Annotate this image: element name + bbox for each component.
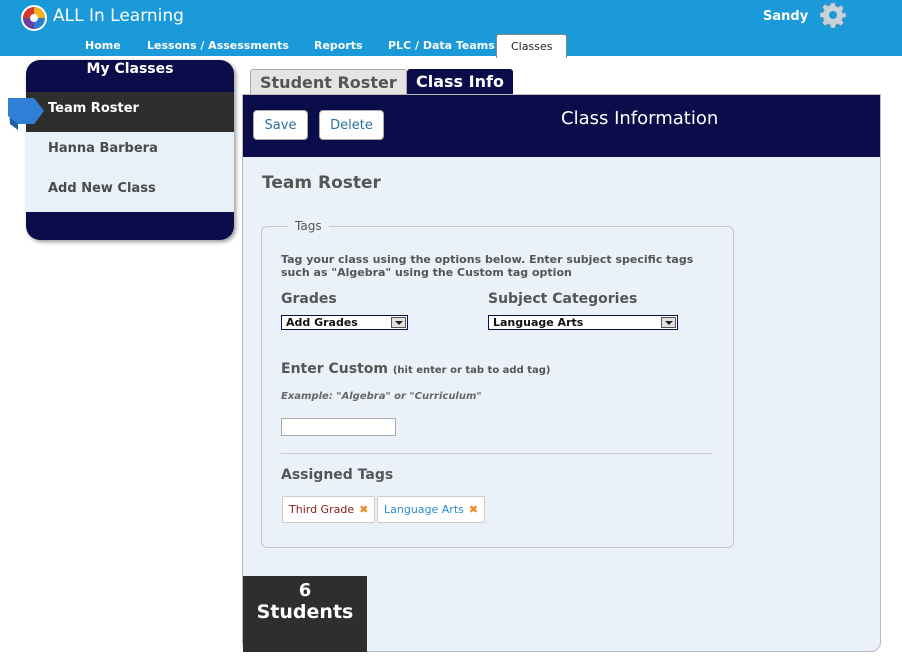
nav-classes[interactable]: Classes xyxy=(496,34,568,58)
enter-custom-hint: (hit enter or tab to add tag) xyxy=(392,365,551,376)
assigned-tag-language-arts: Language Arts ✖ xyxy=(377,496,486,523)
delete-button[interactable]: Delete xyxy=(319,110,384,140)
save-button[interactable]: Save xyxy=(253,110,308,140)
nav-plc-data-teams[interactable]: PLC / Data Teams xyxy=(388,39,495,52)
assigned-tags-label: Assigned Tags xyxy=(281,467,394,483)
chevron-down-icon[interactable] xyxy=(391,317,406,328)
nav-home[interactable]: Home xyxy=(85,39,121,52)
class-list: Team Roster Hanna Barbera Add New Class xyxy=(26,92,234,212)
app-logo-icon[interactable] xyxy=(20,4,48,32)
subject-select-value: Language Arts xyxy=(493,316,584,329)
remove-tag-icon[interactable]: ✖ xyxy=(359,503,368,516)
tag-label: Language Arts xyxy=(384,503,464,516)
tab-student-roster[interactable]: Student Roster xyxy=(250,69,407,95)
student-count: 6 xyxy=(298,580,312,601)
chevron-down-icon[interactable] xyxy=(661,317,676,328)
custom-example: Example: "Algebra" or "Curriculum" xyxy=(281,391,482,402)
panel-heading: Class Information xyxy=(561,108,719,129)
student-count-badge: 6 Students xyxy=(243,576,367,652)
panel-header: Save Delete Class Information xyxy=(243,95,880,157)
main-nav: Home Lessons / Assessments Reports PLC /… xyxy=(0,34,902,58)
divider xyxy=(281,453,713,454)
tags-fieldset: Tags Tag your class using the options be… xyxy=(261,219,734,548)
assigned-tag-third-grade: Third Grade ✖ xyxy=(282,496,376,523)
grades-select[interactable]: Add Grades xyxy=(281,315,408,330)
subject-categories-label: Subject Categories xyxy=(488,291,638,307)
class-info-panel: Save Delete Class Information Team Roste… xyxy=(242,94,881,652)
tab-class-info[interactable]: Class Info xyxy=(407,69,513,95)
my-classes-sidebar: My Classes Team Roster Hanna Barbera Add… xyxy=(26,60,234,240)
nav-reports[interactable]: Reports xyxy=(314,39,363,52)
grades-label: Grades xyxy=(281,291,337,307)
top-bar: ALL In Learning Sandy Home Lessons / Ass… xyxy=(0,0,902,58)
student-count-label: Students xyxy=(256,601,354,623)
enter-custom-label: Enter Custom (hit enter or tab to add ta… xyxy=(281,361,551,377)
arrow-pointer-icon xyxy=(8,98,44,130)
sidebar-item-team-roster[interactable]: Team Roster xyxy=(26,92,234,132)
tags-description: Tag your class using the options below. … xyxy=(281,253,694,279)
subject-categories-select[interactable]: Language Arts xyxy=(488,315,678,330)
enter-custom-text: Enter Custom xyxy=(281,361,388,377)
user-name[interactable]: Sandy xyxy=(763,9,808,24)
app-title: ALL In Learning xyxy=(53,6,184,26)
sidebar-title: My Classes xyxy=(86,61,174,77)
class-name-title: Team Roster xyxy=(262,173,381,193)
tag-label: Third Grade xyxy=(289,503,355,516)
custom-tag-input[interactable] xyxy=(281,418,396,436)
sidebar-item-hanna-barbera[interactable]: Hanna Barbera xyxy=(26,132,234,172)
gear-icon[interactable] xyxy=(820,2,846,28)
nav-lessons-assessments[interactable]: Lessons / Assessments xyxy=(147,39,289,52)
grades-select-value: Add Grades xyxy=(286,316,358,329)
remove-tag-icon[interactable]: ✖ xyxy=(469,503,478,516)
tags-legend: Tags xyxy=(288,219,329,233)
sidebar-item-add-new-class[interactable]: Add New Class xyxy=(26,172,234,212)
